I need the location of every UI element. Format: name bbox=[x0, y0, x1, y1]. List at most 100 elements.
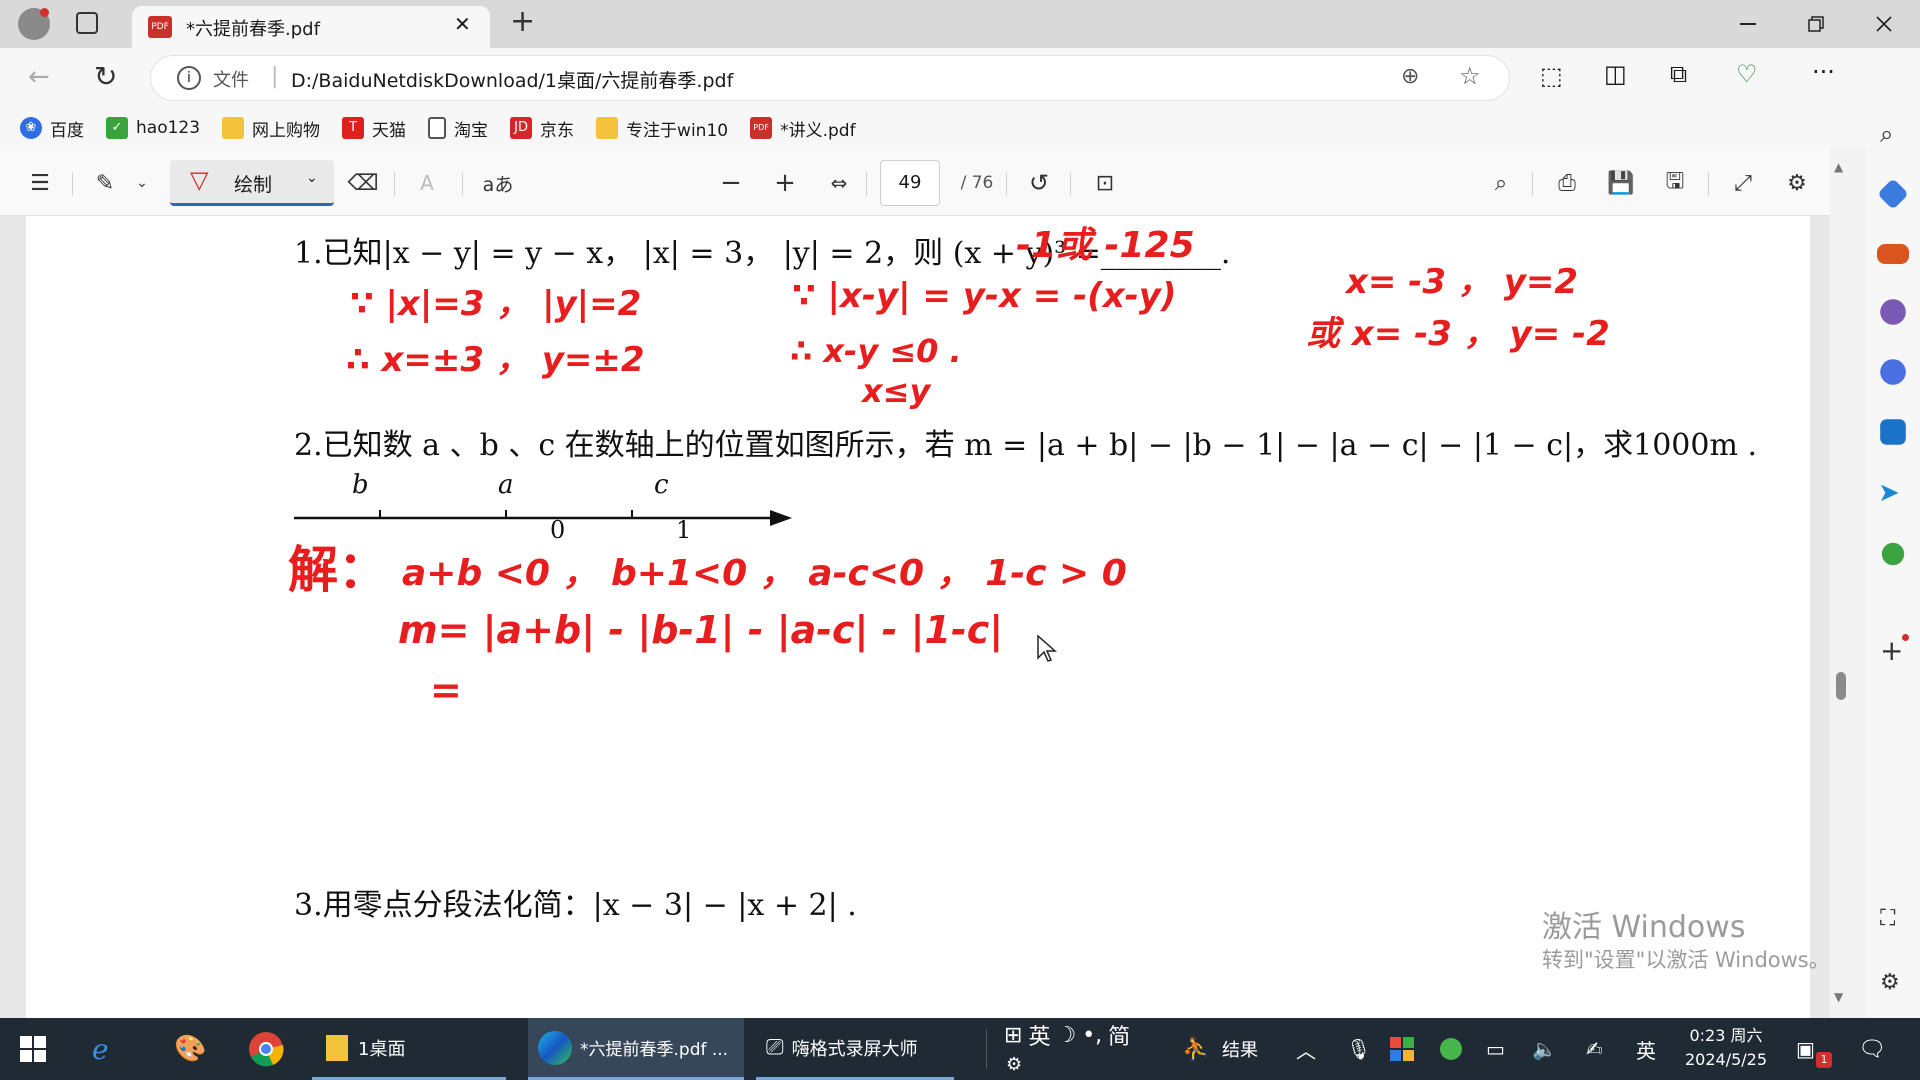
print-icon[interactable]: ⎙ bbox=[1552, 166, 1582, 200]
question-3: 3.用零点分段法化简：|x − 3| − |x + 2| . bbox=[294, 888, 857, 923]
zoom-out-icon[interactable]: − bbox=[716, 166, 746, 200]
translate-button[interactable]: aあ bbox=[478, 166, 518, 200]
address-bar[interactable]: i 文件 | D:/BaiduNetdiskDownload/1桌面/六提前春季… bbox=[150, 55, 1510, 101]
back-icon[interactable]: ← bbox=[28, 62, 50, 92]
collections-icon[interactable]: ⧉ bbox=[1670, 60, 1687, 88]
draw-button[interactable]: ▽ 绘制 ⌄ bbox=[170, 160, 334, 206]
sidebar-tree-icon[interactable] bbox=[1881, 542, 1905, 566]
paint-icon[interactable]: 🎨 bbox=[174, 1018, 206, 1080]
minimize-button[interactable] bbox=[1718, 0, 1778, 48]
action-center-icon[interactable]: 🗨 bbox=[1858, 1018, 1886, 1080]
taskbar-edge[interactable]: *六提前春季.pdf ... bbox=[528, 1018, 744, 1080]
show-hidden-icons-icon[interactable]: ︿ bbox=[1296, 1018, 1316, 1080]
rotate-icon[interactable]: ↺ bbox=[1024, 166, 1054, 200]
sidebar-search-icon[interactable]: ⌕ bbox=[1880, 120, 1893, 148]
fit-width-icon[interactable]: ⇔ bbox=[824, 166, 854, 200]
volume-icon[interactable]: 🔈 bbox=[1532, 1018, 1557, 1080]
pdf-page[interactable]: 1.已知|x − y| = y − x， |x| = 3， |y| = 2，则 … bbox=[26, 216, 1810, 1018]
split-screen-icon[interactable]: ◫ bbox=[1604, 60, 1627, 88]
pdf-icon: PDF bbox=[750, 117, 773, 139]
eraser-icon[interactable]: ⌫ bbox=[347, 166, 378, 200]
ime-settings-icon[interactable]: ⚙ bbox=[1006, 1054, 1022, 1075]
nba-icon[interactable]: ⛹ bbox=[1182, 1018, 1209, 1080]
sidebar-tools-icon[interactable] bbox=[1877, 244, 1909, 264]
edge-sidebar: ⌕ ➤ + ⛶ ⚙ bbox=[1866, 48, 1920, 1018]
vertical-scrollbar[interactable]: ▲ ▼ bbox=[1830, 160, 1852, 1018]
read-aloud-icon[interactable]: A bbox=[412, 166, 442, 200]
battery-icon[interactable]: ▭ bbox=[1486, 1018, 1505, 1080]
restore-button[interactable] bbox=[1786, 0, 1846, 48]
app-tray-icon[interactable] bbox=[1390, 1018, 1414, 1080]
save-as-icon[interactable]: 🖫 bbox=[1660, 166, 1690, 200]
info-icon[interactable]: i bbox=[177, 66, 201, 90]
settings-gear-icon[interactable]: ⚙ bbox=[1782, 166, 1812, 200]
activation-watermark-title: 激活 Windows bbox=[1542, 910, 1746, 945]
ie-icon[interactable]: ℯ bbox=[92, 1018, 109, 1080]
microphone-icon[interactable]: 🎙 bbox=[1346, 1018, 1371, 1080]
favorite-star-icon[interactable]: ☆ bbox=[1459, 62, 1481, 90]
new-tab-icon[interactable]: + bbox=[510, 4, 535, 39]
ime-lang: 英 bbox=[1028, 1025, 1051, 1050]
toolbar-divider bbox=[866, 172, 867, 196]
tab-active[interactable]: PDF *六提前春季.pdf ✕ bbox=[132, 6, 490, 48]
close-tab-icon[interactable]: ✕ bbox=[454, 12, 471, 36]
favorite-win10-folder[interactable]: 专注于win10 bbox=[596, 116, 728, 141]
sidebar-games-icon[interactable] bbox=[1880, 299, 1906, 325]
save-icon[interactable]: 💾 bbox=[1606, 166, 1636, 200]
favorite-taobao[interactable]: 淘宝 bbox=[428, 116, 488, 141]
mouse-cursor-icon bbox=[1037, 634, 1057, 662]
chevron-down-icon[interactable]: ⌄ bbox=[132, 166, 152, 200]
favorite-baidu[interactable]: ❀ 百度 bbox=[20, 116, 84, 141]
sidebar-outlook-icon[interactable] bbox=[1880, 419, 1906, 445]
number-line-one: 1 bbox=[676, 516, 692, 544]
sidebar-settings-icon[interactable]: ⚙ bbox=[1880, 970, 1900, 995]
zoom-in-icon[interactable]: + bbox=[770, 166, 800, 200]
news-widget[interactable]: 结果 bbox=[1222, 1018, 1258, 1080]
security-tray-icon[interactable] bbox=[1440, 1018, 1462, 1080]
browser-essentials-icon[interactable]: ♡ bbox=[1736, 60, 1758, 88]
pen-icon[interactable]: ✍ bbox=[1586, 1018, 1603, 1080]
highlight-icon[interactable]: ✎ bbox=[90, 166, 120, 200]
favorite-pdf[interactable]: PDF *讲义.pdf bbox=[750, 116, 856, 141]
address-url[interactable]: D:/BaiduNetdiskDownload/1桌面/六提前春季.pdf bbox=[291, 66, 733, 93]
sidebar-shopping-icon[interactable] bbox=[1877, 178, 1909, 210]
favorite-jd[interactable]: JD 京东 bbox=[510, 116, 574, 141]
close-window-button[interactable] bbox=[1854, 0, 1914, 48]
favorite-label: 专注于win10 bbox=[626, 120, 729, 141]
zoom-icon[interactable]: ⊕ bbox=[1401, 64, 1419, 89]
search-icon[interactable]: ⌕ bbox=[1486, 166, 1516, 200]
scroll-down-icon[interactable]: ▼ bbox=[1834, 990, 1843, 1004]
sidebar-m365-icon[interactable] bbox=[1880, 359, 1906, 385]
scroll-up-icon[interactable]: ▲ bbox=[1834, 160, 1843, 174]
sidebar-screenshot-icon[interactable]: ⛶ bbox=[1880, 906, 1895, 931]
notification-badge: 1 bbox=[1816, 1052, 1832, 1068]
sidebar-send-icon[interactable]: ➤ bbox=[1878, 478, 1900, 508]
notification-icon[interactable]: ▣ bbox=[1796, 1018, 1815, 1080]
tab-actions-icon[interactable] bbox=[76, 12, 98, 34]
taskbar-explorer[interactable]: 1桌面 bbox=[312, 1018, 506, 1080]
page-number-input[interactable]: 49 bbox=[880, 160, 940, 206]
chrome-icon[interactable] bbox=[248, 1018, 284, 1080]
sidebar-alert-dot bbox=[1902, 634, 1909, 641]
input-language[interactable]: 英 bbox=[1636, 1018, 1656, 1080]
favorite-tmall[interactable]: T 天猫 bbox=[342, 116, 406, 141]
baidu-icon: ❀ bbox=[20, 117, 42, 139]
fullscreen-icon[interactable]: ⤢ bbox=[1728, 166, 1758, 200]
taskbar-recorder[interactable]: ⎚ 嗨格式录屏大师 bbox=[756, 1018, 954, 1080]
favorite-hao123[interactable]: ✓ hao123 bbox=[106, 117, 200, 139]
address-scheme-label: 文件 bbox=[213, 70, 249, 91]
page-view-icon[interactable]: ⊡ bbox=[1090, 166, 1120, 200]
chevron-down-icon[interactable]: ⌄ bbox=[306, 170, 318, 186]
refresh-icon[interactable]: ↻ bbox=[94, 60, 117, 93]
toolbar-divider bbox=[1708, 172, 1709, 196]
clock[interactable]: 0:23 周六 2024/5/25 bbox=[1676, 1024, 1776, 1072]
navigation-bar: ← ↻ i 文件 | D:/BaiduNetdiskDownload/1桌面/六… bbox=[0, 48, 1920, 108]
favorite-shopping-folder[interactable]: 网上购物 bbox=[222, 116, 320, 141]
ime-toolbar[interactable]: ⊞ 英 ☽ •, 简 bbox=[1004, 1018, 1130, 1052]
more-menu-icon[interactable]: ··· bbox=[1812, 58, 1835, 86]
extensions-icon[interactable]: ⬚ bbox=[1540, 62, 1563, 90]
start-button[interactable] bbox=[20, 1018, 46, 1080]
contents-icon[interactable]: ☰ bbox=[24, 166, 56, 200]
scroll-thumb[interactable] bbox=[1836, 672, 1846, 700]
sidebar-add-icon[interactable]: + bbox=[1880, 634, 1903, 667]
